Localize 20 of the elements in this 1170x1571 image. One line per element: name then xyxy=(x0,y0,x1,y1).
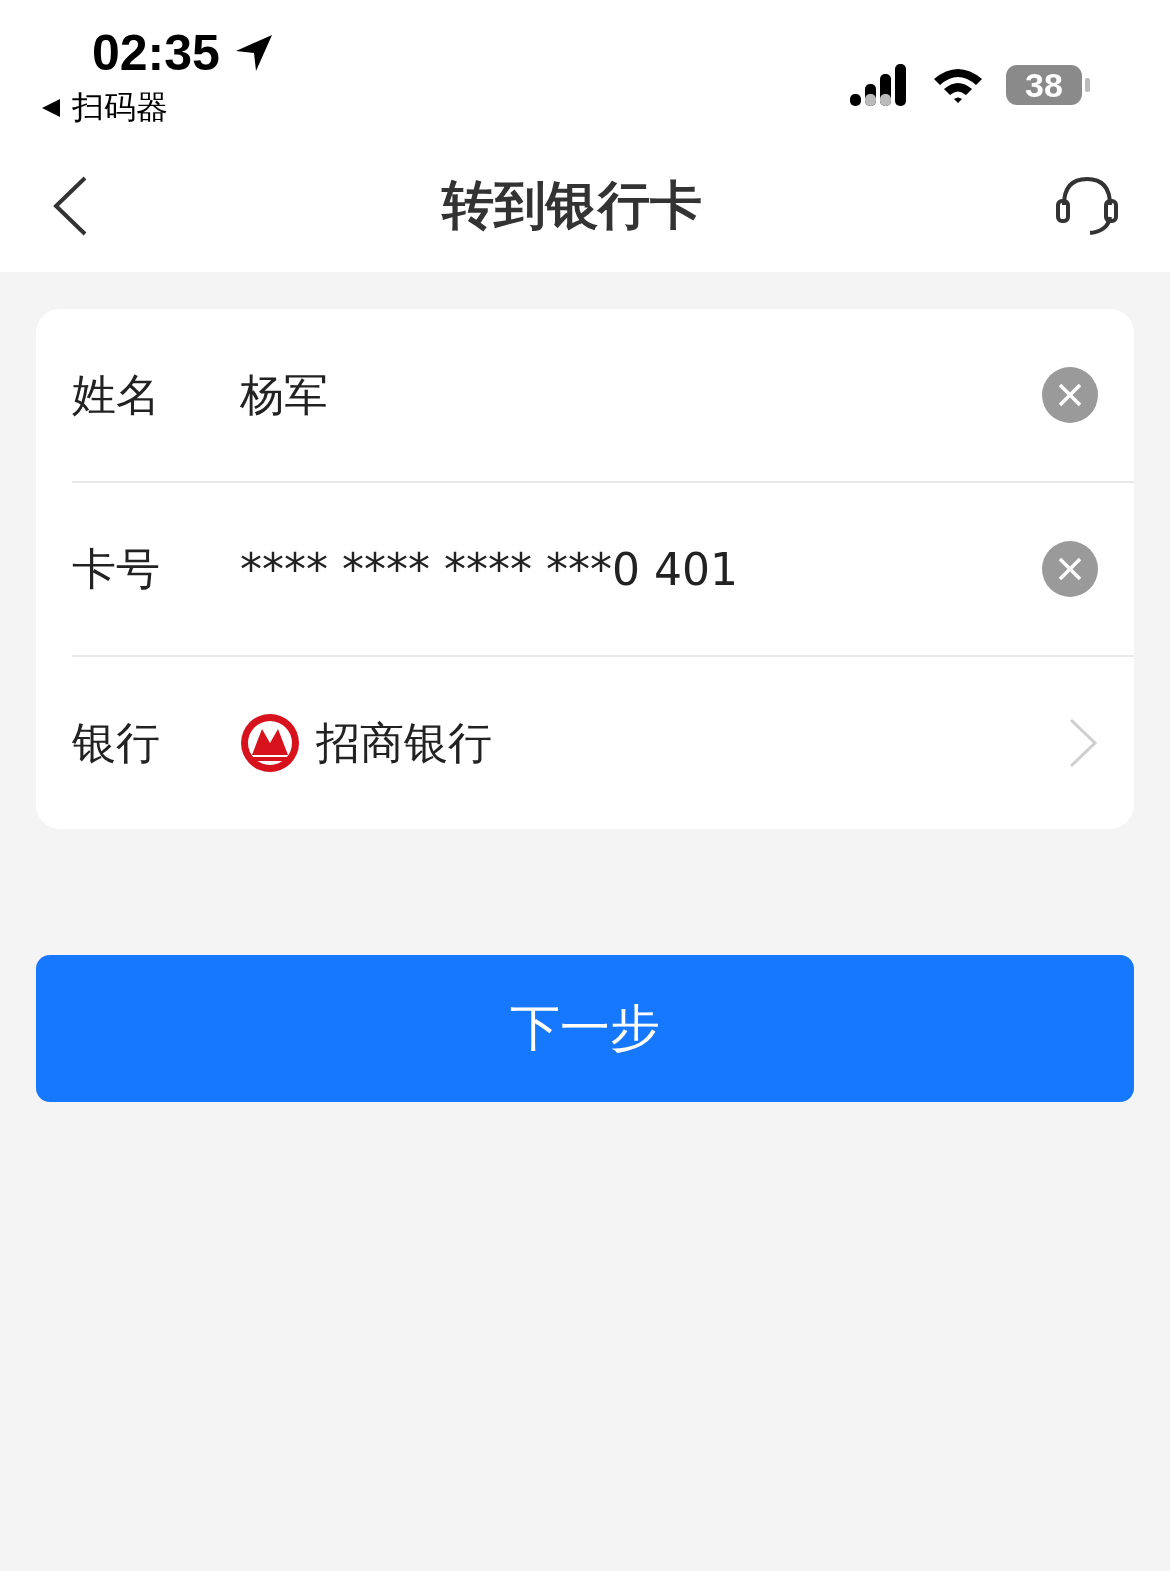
field-label: 银行 xyxy=(72,715,161,770)
next-button[interactable]: 下一步 xyxy=(36,955,1134,1102)
close-icon xyxy=(1058,557,1082,581)
back-triangle-icon xyxy=(40,97,62,119)
field-value: 杨军 xyxy=(240,367,329,422)
status-time: 02:35 xyxy=(92,24,220,82)
page-title: 转到银行卡 xyxy=(442,174,702,237)
field-label: 姓名 xyxy=(72,367,161,422)
battery-tip-icon xyxy=(1085,78,1090,92)
field-value: **** **** **** ***0 401 xyxy=(240,543,739,595)
battery-level: 38 xyxy=(1006,65,1082,105)
clear-button[interactable] xyxy=(1042,541,1098,597)
back-to-app-link[interactable]: 扫码器 xyxy=(40,86,274,130)
close-icon xyxy=(1058,383,1082,407)
chevron-right-icon[interactable] xyxy=(1068,717,1098,769)
clear-button[interactable] xyxy=(1042,367,1098,423)
headset-icon[interactable] xyxy=(1054,175,1120,237)
field-label: 卡号 xyxy=(72,541,161,596)
bank-value: 招商银行 xyxy=(316,715,493,770)
bank-logo-icon xyxy=(240,713,300,773)
